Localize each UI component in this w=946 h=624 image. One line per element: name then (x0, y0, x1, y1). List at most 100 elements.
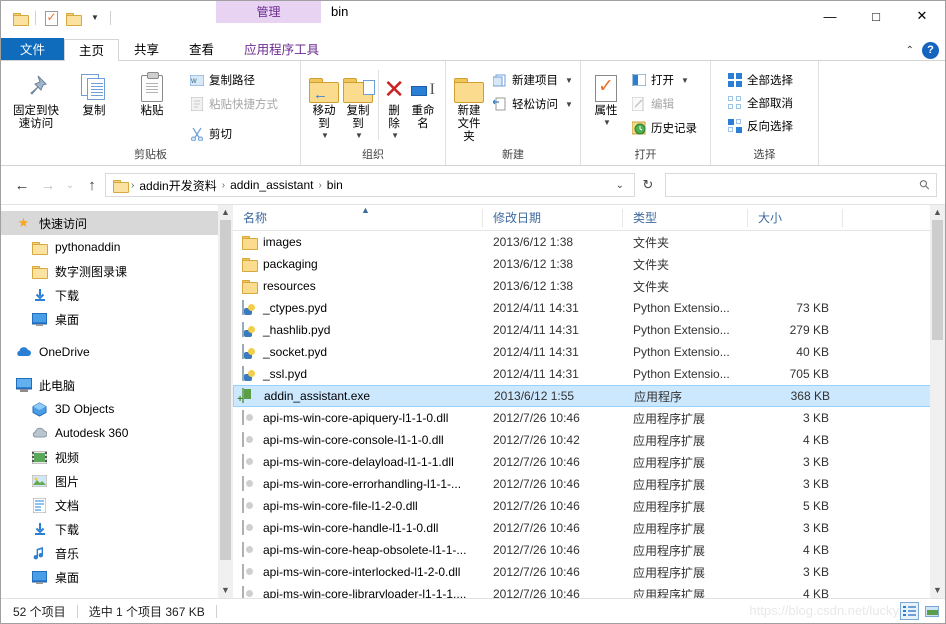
sidebar-item-downloads[interactable]: 下载 (1, 517, 233, 541)
sidebar-item-autodesk-360[interactable]: Autodesk 360 (1, 421, 233, 445)
chevron-down-icon[interactable]: ▼ (565, 76, 573, 85)
sidebar-item-documents[interactable]: 文档 (1, 493, 233, 517)
cut-button[interactable]: 剪切 (185, 124, 282, 144)
table-row[interactable]: _ctypes.pyd 2012/4/11 14:31 Python Exten… (233, 297, 945, 319)
history-button[interactable]: 历史记录 (627, 118, 701, 138)
copy-button[interactable]: 复制 (65, 66, 123, 118)
large-icons-view-button[interactable] (922, 602, 941, 620)
chevron-down-icon[interactable]: ▼ (681, 76, 689, 85)
tab-application-tools[interactable]: 应用程序工具 (229, 38, 334, 60)
sidebar-item-videos[interactable]: 视频 (1, 445, 233, 469)
delete-icon: ✕ (383, 74, 405, 104)
customize-dropdown-icon[interactable]: ▼ (84, 7, 106, 29)
table-row[interactable]: api-ms-win-core-interlocked-l1-2-0.dll 2… (233, 561, 945, 583)
table-row[interactable]: api-ms-win-core-console-l1-1-0.dll 2012/… (233, 429, 945, 451)
select-none-button[interactable]: 全部取消 (723, 93, 797, 113)
chevron-down-icon[interactable]: ▼ (391, 131, 399, 140)
sidebar-item-this-pc[interactable]: 此电脑 (1, 373, 233, 397)
back-button[interactable]: ← (9, 172, 35, 198)
sidebar-item-music[interactable]: 音乐 (1, 541, 233, 565)
minimize-button[interactable]: — (807, 1, 853, 31)
sidebar-item-desktop[interactable]: 桌面 (1, 565, 233, 589)
collapse-ribbon-icon[interactable]: ⌃ (906, 45, 914, 56)
chevron-down-icon[interactable]: ▼ (321, 131, 329, 140)
new-item-button[interactable]: 新建项目 ▼ (488, 70, 577, 90)
properties-icon[interactable] (40, 7, 62, 29)
open-button[interactable]: 打开 ▼ (627, 70, 701, 90)
details-view-button[interactable] (900, 602, 919, 620)
new-folder-icon[interactable] (62, 7, 84, 29)
rename-button[interactable]: 重命名 (407, 66, 439, 131)
tab-view[interactable]: 查看 (174, 38, 229, 60)
help-icon[interactable]: ? (922, 41, 939, 59)
table-row[interactable]: resources 2013/6/12 1:38 文件夹 (233, 275, 945, 297)
column-header-size[interactable]: 大小 (748, 208, 843, 227)
table-row[interactable]: api-ms-win-core-apiquery-l1-1-0.dll 2012… (233, 407, 945, 429)
sidebar-item-pictures[interactable]: 图片 (1, 469, 233, 493)
move-to-button[interactable]: ← 移动到 ▼ (307, 66, 341, 140)
scroll-up-icon[interactable]: ▲ (221, 205, 230, 220)
address-dropdown-icon[interactable]: ⌄ (610, 180, 630, 191)
scrollbar-thumb[interactable] (220, 220, 231, 560)
search-input[interactable] (672, 177, 921, 193)
table-row-selected[interactable]: addin_assistant.exe 2013/6/12 1:55 应用程序 … (233, 385, 945, 407)
recent-locations-button[interactable]: ⌄ (61, 172, 79, 198)
breadcrumb-item-0[interactable]: addin开发资料 (135, 177, 220, 194)
sidebar-item-pythonaddin[interactable]: pythonaddin (1, 235, 233, 259)
copy-path-button[interactable]: W 复制路径 (185, 70, 282, 90)
search-box[interactable]: ⚲ (665, 173, 937, 197)
scroll-up-icon[interactable]: ▲ (930, 205, 945, 220)
copy-to-button[interactable]: 复制到 ▼ (341, 66, 375, 140)
table-row[interactable]: images 2013/6/12 1:38 文件夹 (233, 231, 945, 253)
scrollbar-thumb[interactable] (932, 220, 943, 340)
tab-home[interactable]: 主页 (64, 39, 120, 61)
sidebar-item-digital-mapping[interactable]: 数字测图录课 (1, 259, 233, 283)
up-button[interactable]: ↑ (79, 172, 105, 198)
scroll-down-icon[interactable]: ▼ (221, 583, 230, 598)
breadcrumb-item-1[interactable]: addin_assistant (226, 178, 317, 192)
table-row[interactable]: api-ms-win-core-file-l1-2-0.dll 2012/7/2… (233, 495, 945, 517)
delete-button[interactable]: ✕ 删除 ▼ (381, 66, 407, 140)
select-all-button[interactable]: 全部选择 (723, 70, 797, 90)
sidebar-item-quick-access[interactable]: ★ 快速访问 (1, 211, 233, 235)
table-row[interactable]: _socket.pyd 2012/4/11 14:31 Python Exten… (233, 341, 945, 363)
chevron-down-icon[interactable]: ▼ (565, 100, 573, 109)
invert-selection-button[interactable]: 反向选择 (723, 116, 797, 136)
column-header-date[interactable]: 修改日期 (483, 208, 623, 227)
pin-to-quick-access-button[interactable]: 固定到快 速访问 (7, 66, 65, 131)
forward-button[interactable]: → (35, 172, 61, 198)
sidebar-item-onedrive[interactable]: OneDrive (1, 340, 233, 364)
column-header-name[interactable]: 名称 (233, 208, 483, 227)
close-button[interactable]: ✕ (899, 1, 945, 31)
new-folder-button[interactable]: 新建 文件夹 (452, 66, 486, 144)
breadcrumb-item-2[interactable]: bin (323, 178, 347, 192)
table-row[interactable]: api-ms-win-core-handle-l1-1-0.dll 2012/7… (233, 517, 945, 539)
paste-shortcut-button[interactable]: 粘贴快捷方式 (185, 94, 282, 114)
tab-share[interactable]: 共享 (119, 38, 174, 60)
table-row[interactable]: packaging 2013/6/12 1:38 文件夹 (233, 253, 945, 275)
tab-file[interactable]: 文件 (1, 38, 65, 60)
table-row[interactable]: api-ms-win-core-heap-obsolete-l1-1-... 2… (233, 539, 945, 561)
refresh-button[interactable]: ↻ (635, 173, 661, 197)
file-list-scrollbar[interactable]: ▲ ▼ (930, 205, 945, 598)
scroll-down-icon[interactable]: ▼ (930, 583, 945, 598)
table-row[interactable]: api-ms-win-core-libraryloader-l1-1-1....… (233, 583, 945, 598)
sidebar-item-desktop-quick[interactable]: 桌面 (1, 307, 233, 331)
column-header-type[interactable]: 类型 (623, 208, 748, 227)
paste-button[interactable]: 粘贴 (123, 66, 181, 118)
folder-icon[interactable] (9, 7, 31, 29)
table-row[interactable]: api-ms-win-core-errorhandling-l1-1-... 2… (233, 473, 945, 495)
chevron-down-icon[interactable]: ▼ (603, 118, 611, 127)
sidebar-item-downloads-quick[interactable]: 下载 (1, 283, 233, 307)
table-row[interactable]: _ssl.pyd 2012/4/11 14:31 Python Extensio… (233, 363, 945, 385)
table-row[interactable]: api-ms-win-core-delayload-l1-1-1.dll 201… (233, 451, 945, 473)
chevron-down-icon[interactable]: ▼ (355, 131, 363, 140)
edit-button[interactable]: 编辑 (627, 94, 701, 114)
maximize-button[interactable]: □ (853, 1, 899, 31)
sidebar-item-3d-objects[interactable]: 3D Objects (1, 397, 233, 421)
properties-button[interactable]: 属性 ▼ (587, 66, 625, 127)
navigation-scrollbar[interactable]: ▲ ▼ (218, 205, 233, 598)
easy-access-button[interactable]: 轻松访问 ▼ (488, 94, 577, 114)
table-row[interactable]: _hashlib.pyd 2012/4/11 14:31 Python Exte… (233, 319, 945, 341)
breadcrumb[interactable]: › addin开发资料 › addin_assistant › bin ⌄ (105, 173, 635, 197)
